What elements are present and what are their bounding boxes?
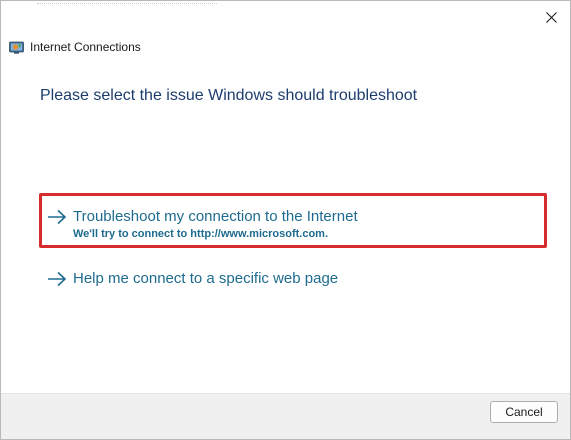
arrow-right-icon — [48, 271, 67, 287]
top-edge — [1, 1, 570, 5]
close-icon — [545, 11, 557, 23]
window-title: Internet Connections — [30, 40, 141, 54]
option-title: Troubleshoot my connection to the Intern… — [73, 208, 358, 225]
background-window-edge — [37, 1, 217, 4]
dialog-footer: Cancel — [1, 393, 570, 439]
network-connections-icon — [9, 41, 24, 54]
option-connect-to-specific-web-page[interactable]: Help me connect to a specific web page — [47, 269, 338, 289]
option-troubleshoot-internet-connection[interactable]: Troubleshoot my connection to the Intern… — [47, 207, 358, 240]
arrow-right-icon — [48, 209, 67, 225]
option-description: We'll try to connect to http://www.micro… — [73, 228, 329, 240]
page-heading: Please select the issue Windows should t… — [40, 87, 418, 104]
window-title-bar: Internet Connections — [9, 38, 141, 56]
option-title: Help me connect to a specific web page — [73, 270, 339, 287]
troubleshooter-dialog: Internet Connections Please select the i… — [0, 0, 571, 440]
close-button[interactable] — [538, 5, 564, 29]
cancel-button[interactable]: Cancel — [490, 401, 558, 423]
